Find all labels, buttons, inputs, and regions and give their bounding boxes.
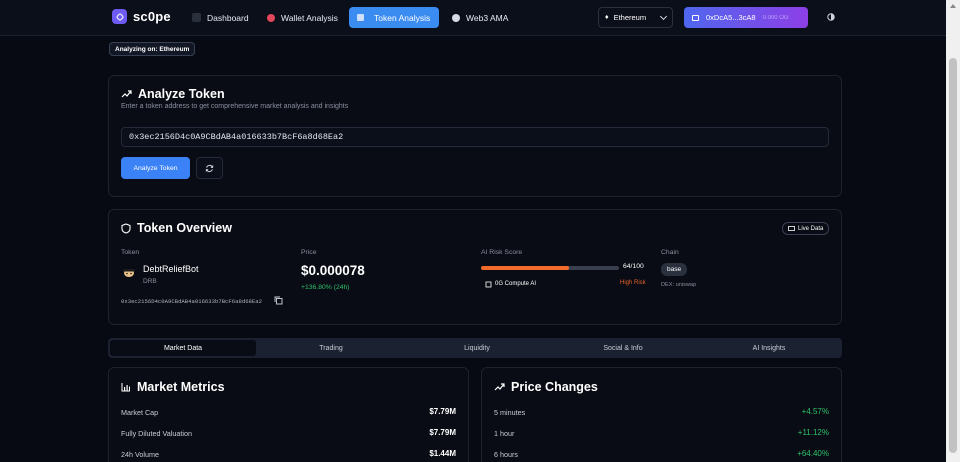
tab-market-data[interactable]: Market Data [110,340,256,356]
token-price: $0.000078 [301,263,365,278]
nav-wallet-analysis-label: Wallet Analysis [281,12,338,23]
chain-badge: base [661,263,688,276]
price-change-value-5m: +4.57% [801,407,829,416]
risk-score-bar [481,266,619,270]
risk-column-label: AI Risk Score [481,249,523,256]
analyzing-chain-chip: Analyzing on: Ethereum [109,42,196,56]
price-column-label: Price [301,249,317,256]
token-logo-icon [123,269,135,277]
price-change-value-1h: +11.12% [797,428,829,437]
token-address-input-value: 0x3ec2156D4c0A9CBdAB4a016633b7BcF6a8d68E… [129,132,344,142]
scroll-up-arrow-icon[interactable] [950,4,956,8]
metric-label-market-cap: Market Cap [121,408,159,417]
analyze-token-title: Analyze Token [121,87,225,101]
top-navigation-bar: sc0pe Dashboard Wallet Analysis Token An… [0,0,946,36]
nav-wallet-analysis[interactable]: Wallet Analysis [259,7,346,28]
nav-dashboard[interactable]: Dashboard [184,7,257,28]
chain-selector-value: Ethereum [613,13,647,22]
chain-selector[interactable]: ♦ Ethereum [598,7,673,28]
risk-score-value: 64/100 [623,263,644,270]
tab-liquidity[interactable]: Liquidity [404,338,550,358]
risk-score-fill [481,266,570,270]
price-change-24h: +136.80% (24h) [301,284,350,291]
dashboard-icon [192,13,201,22]
refresh-button[interactable] [196,157,223,179]
wallet-address: 0xDcA5...3cA8 [706,13,756,22]
price-changes-title-text: Price Changes [511,380,598,394]
live-data-label: Live Data [798,225,824,232]
monitor-icon [788,225,795,231]
chip-icon [485,281,492,287]
page-scrollbar[interactable] [946,0,960,462]
metric-label-24h-volume: 24h Volume [121,450,159,459]
token-overview-title: Token Overview [121,221,232,235]
token-overview-title-text: Token Overview [137,221,232,235]
chain-column-label: Chain [661,249,679,256]
nav-dashboard-label: Dashboard [207,12,249,23]
token-column-label: Token [121,249,140,256]
detail-tabs: Market Data Trading Liquidity Social & I… [108,338,842,358]
refresh-icon [205,164,214,172]
price-change-value-6h: +64.40% [797,449,829,458]
metric-value-market-cap: $7.79M [429,407,456,416]
scrollbar-thumb[interactable] [949,58,957,453]
risk-level: High Risk [620,280,646,286]
wallet-icon [267,13,275,22]
trending-up-icon [494,383,505,391]
app-root: sc0pe Dashboard Wallet Analysis Token An… [0,0,960,462]
brand-name: sc0pe [133,9,171,24]
brand-logo[interactable]: sc0pe [112,9,171,24]
metric-value-24h-volume: $1.44M [429,449,456,458]
trending-up-icon [121,90,132,98]
nav-web3-ama-label: Web3 AMA [466,12,509,23]
tab-social-info[interactable]: Social & Info [550,338,696,358]
logo-icon [112,9,127,24]
live-data-badge: Live Data [782,222,830,235]
price-changes-title: Price Changes [494,380,598,394]
shield-icon [121,222,131,234]
wallet-square-icon [692,14,699,21]
tab-trading[interactable]: Trading [258,338,404,358]
token-chart-icon [357,14,364,21]
compute-engine-label: 0G Compute AI [495,281,537,287]
token-symbol: DRB [143,278,157,285]
nav-token-analysis[interactable]: Token Analysis [349,7,439,28]
nav-web3-ama[interactable]: Web3 AMA [444,7,516,28]
bar-chart-icon [121,383,130,392]
chevron-down-icon [659,12,668,20]
tab-ai-insights[interactable]: AI Insights [696,338,842,358]
token-name: DebtReliefBot [143,264,199,274]
nav-token-analysis-label: Token Analysis [374,12,431,23]
token-address-input[interactable]: 0x3ec2156D4c0A9CBdAB4a016633b7BcF6a8d68E… [121,127,829,147]
metric-value-fdv: $7.79M [429,428,456,437]
market-metrics-title-text: Market Metrics [137,380,225,394]
compute-engine-chip: 0G Compute AI [481,278,540,290]
wallet-button[interactable]: 0xDcA5...3cA8 0.000 OG [684,7,808,28]
ethereum-icon: ♦ [605,14,609,21]
dex-label: DEX: uniswap [661,282,697,288]
price-change-label-1h: 1 hour [494,429,515,438]
copy-icon[interactable] [274,296,283,305]
market-metrics-title: Market Metrics [121,380,225,394]
theme-toggle-icon[interactable] [826,12,836,22]
token-contract-address: 0x3ec2156D4c0A9CBdAB4a016633b7BcF6a8d68E… [121,298,262,305]
analyze-token-subtitle: Enter a token address to get comprehensi… [121,103,349,110]
price-change-label-6h: 6 hours [494,450,518,459]
analyze-token-button[interactable]: Analyze Token [121,157,190,179]
wallet-balance: 0.000 OG [762,14,789,21]
price-change-label-5m: 5 minutes [494,408,526,417]
chat-bubble-icon [452,13,460,22]
metric-label-fdv: Fully Diluted Valuation [121,429,192,438]
analyze-token-title-text: Analyze Token [138,87,225,101]
